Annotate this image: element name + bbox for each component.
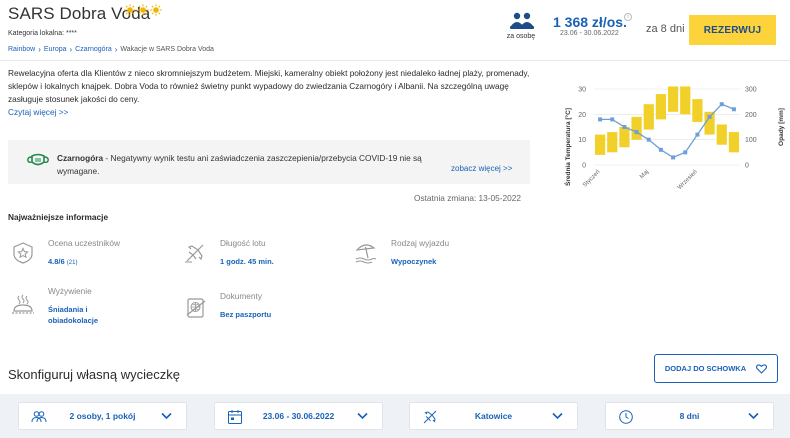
passport-icon bbox=[186, 298, 206, 318]
chart-temperature-bar bbox=[716, 124, 727, 145]
chart-right-tick-label: 0 bbox=[745, 163, 749, 170]
key-info-label-trip-type: Rodzaj wyjazdu bbox=[391, 238, 450, 248]
breadcrumb-item-europa[interactable]: Europa bbox=[44, 46, 67, 53]
beach-umbrella-icon bbox=[355, 244, 377, 264]
plane-icon bbox=[185, 244, 204, 263]
hotel-category: Kategoria lokalna: **** bbox=[8, 30, 77, 37]
chart-precipitation-point bbox=[731, 107, 736, 112]
dish-icon bbox=[12, 294, 34, 314]
chart-left-tick-label: 0 bbox=[582, 163, 586, 170]
chart-precipitation-point bbox=[707, 114, 712, 119]
key-info-title: Najważniejsze informacje bbox=[8, 212, 109, 222]
chart-temperature-bar bbox=[643, 104, 654, 130]
add-to-favorites-button[interactable]: DODAJ DO SCHOWKA bbox=[654, 354, 778, 383]
select-duration[interactable]: 8 dni bbox=[605, 402, 774, 430]
key-info-value-board: Śniadania i obiadokolacje bbox=[48, 305, 99, 325]
sun-star-icon bbox=[124, 4, 136, 16]
chevron-right-icon: › bbox=[69, 45, 73, 54]
climate-chart: 01020300100200300Średnia Temperatura [°C… bbox=[563, 86, 785, 191]
chart-right-tick-label: 200 bbox=[745, 112, 757, 119]
chart-temperature-bar bbox=[594, 134, 606, 155]
chart-x-tick-label: Styczeń bbox=[582, 169, 601, 188]
key-info-label-documents: Dokumenty bbox=[220, 291, 262, 301]
chart-left-tick-label: 20 bbox=[578, 112, 586, 119]
covid-message-text: - Negatywny wynik testu ani zaświadczeni… bbox=[57, 153, 422, 176]
chevron-down-icon bbox=[748, 412, 759, 420]
face-mask-icon bbox=[27, 153, 49, 166]
chart-temperature-bar bbox=[607, 132, 618, 153]
select-dates[interactable]: 23.06 - 30.06.2022 bbox=[214, 402, 383, 430]
chart-x-tick-label: Wrzesień bbox=[677, 169, 699, 191]
breadcrumb: Rainbow › Europa › Czarnogóra › Wakacje … bbox=[8, 45, 214, 54]
key-info-value-trip-type: Wypoczynek bbox=[391, 257, 437, 266]
chart-right-tick-label: 300 bbox=[745, 87, 757, 94]
rating-count: (21) bbox=[66, 260, 78, 266]
people-icon[interactable] bbox=[508, 11, 536, 31]
add-to-favorites-label: DODAJ DO SCHOWKA bbox=[664, 364, 747, 373]
chart-x-tick-label: Maj bbox=[639, 169, 650, 180]
chart-temperature-bar bbox=[728, 132, 740, 153]
chart-precipitation-point bbox=[598, 117, 603, 122]
select-departure-airport[interactable]: Katowice bbox=[409, 402, 578, 430]
key-info-value-flight: 1 godz. 45 min. bbox=[220, 257, 274, 266]
chart-right-axis-title: Opady [mm] bbox=[778, 108, 785, 146]
info-icon[interactable]: i bbox=[624, 13, 632, 21]
chart-temperature-bar bbox=[631, 116, 642, 140]
breadcrumb-item-czarnogora[interactable]: Czarnogóra bbox=[75, 46, 112, 53]
chevron-right-icon: › bbox=[38, 45, 41, 54]
book-button[interactable]: REZERWUJ bbox=[689, 15, 776, 45]
heart-icon bbox=[756, 363, 768, 374]
badge-star-icon bbox=[13, 242, 33, 264]
chevron-down-icon bbox=[161, 412, 172, 420]
chart-precipitation-point bbox=[719, 102, 724, 107]
chevron-right-icon: › bbox=[114, 45, 118, 54]
sun-star-icon bbox=[137, 4, 149, 16]
hotel-description: Rewelacyjna oferta dla Klientów z nieco … bbox=[8, 68, 530, 105]
chart-temperature-bar bbox=[619, 127, 630, 148]
hotel-stars bbox=[124, 4, 162, 16]
breadcrumb-item-current: Wakacje w SARS Dobra Voda bbox=[120, 46, 214, 53]
chart-precipitation-point bbox=[622, 125, 627, 129]
chart-precipitation-point bbox=[671, 155, 676, 160]
chart-temperature-bar bbox=[655, 94, 667, 120]
trip-dates: 23.06 - 30.06.2022 bbox=[560, 30, 619, 37]
chart-temperature-bar bbox=[680, 86, 691, 115]
chart-temperature-bar bbox=[692, 99, 703, 122]
chart-right-tick-label: 100 bbox=[745, 137, 757, 144]
covid-more-link[interactable]: zobacz więcej >> bbox=[451, 164, 512, 173]
chart-precipitation-point bbox=[634, 130, 639, 135]
breadcrumb-item-rainbow[interactable]: Rainbow bbox=[8, 46, 35, 53]
trip-duration: za 8 dni bbox=[646, 23, 685, 35]
select-participants[interactable]: 2 osoby, 1 pokój bbox=[18, 402, 187, 430]
covid-message: Czarnogóra - Negatywny wynik testu ani z… bbox=[57, 152, 437, 177]
chart-precipitation-point bbox=[646, 137, 651, 142]
chart-left-axis-title: Średnia Temperatura [°C] bbox=[563, 108, 572, 186]
chevron-down-icon bbox=[357, 412, 368, 420]
configure-title: Skonfiguruj własną wycieczkę bbox=[8, 367, 180, 382]
chart-precipitation-point bbox=[695, 132, 700, 137]
last-change-date: Ostatnia zmiana: 13-05-2022 bbox=[414, 193, 522, 203]
chart-precipitation-point bbox=[610, 117, 615, 122]
key-info-value-rating[interactable]: 4.8/6 (21) bbox=[48, 256, 77, 269]
chart-left-tick-label: 30 bbox=[578, 87, 586, 94]
key-info-value-documents: Bez paszportu bbox=[220, 310, 272, 319]
read-more-link[interactable]: Czytaj więcej >> bbox=[8, 107, 68, 117]
chevron-down-icon bbox=[552, 412, 563, 420]
header-divider bbox=[0, 60, 790, 61]
key-info-label-flight: Długość lotu bbox=[220, 238, 266, 248]
sun-star-icon bbox=[150, 4, 162, 16]
rating-value: 4.8/6 bbox=[48, 257, 65, 266]
key-info-label-board: Wyżywienie bbox=[48, 286, 92, 296]
price: 1 368 zł/os. bbox=[553, 14, 627, 30]
key-info-label-rating: Ocena uczestników bbox=[48, 238, 120, 248]
per-person-label: za osobę bbox=[506, 33, 536, 40]
chart-temperature-bar bbox=[667, 86, 679, 112]
chart-precipitation-point bbox=[658, 147, 663, 152]
covid-country: Czarnogóra bbox=[57, 153, 104, 163]
chart-left-tick-label: 10 bbox=[578, 137, 586, 144]
chart-precipitation-point bbox=[683, 150, 688, 155]
